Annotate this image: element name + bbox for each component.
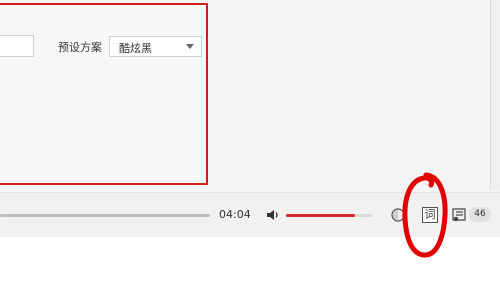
volume-slider[interactable] xyxy=(286,214,372,217)
playlist-count-badge: 46 xyxy=(469,207,491,222)
preset-label: 预设方案 xyxy=(58,41,102,54)
progress-bar[interactable] xyxy=(0,214,210,217)
time-display: 04:04 xyxy=(219,208,251,221)
window-right-scroll-edge xyxy=(490,0,500,190)
speaker-icon[interactable] xyxy=(266,208,280,222)
preset-select-value: 酷炫黑 xyxy=(119,42,152,55)
playlist-icon xyxy=(452,208,466,222)
left-input-field[interactable] xyxy=(0,35,34,57)
volume-level-fill xyxy=(286,214,355,217)
red-circle-annotation xyxy=(402,172,448,258)
preset-select[interactable]: 酷炫黑 xyxy=(109,36,202,57)
skin-settings-panel xyxy=(0,3,208,185)
playlist-button[interactable]: 46 xyxy=(449,206,493,224)
dropdown-caret-icon xyxy=(186,44,194,49)
